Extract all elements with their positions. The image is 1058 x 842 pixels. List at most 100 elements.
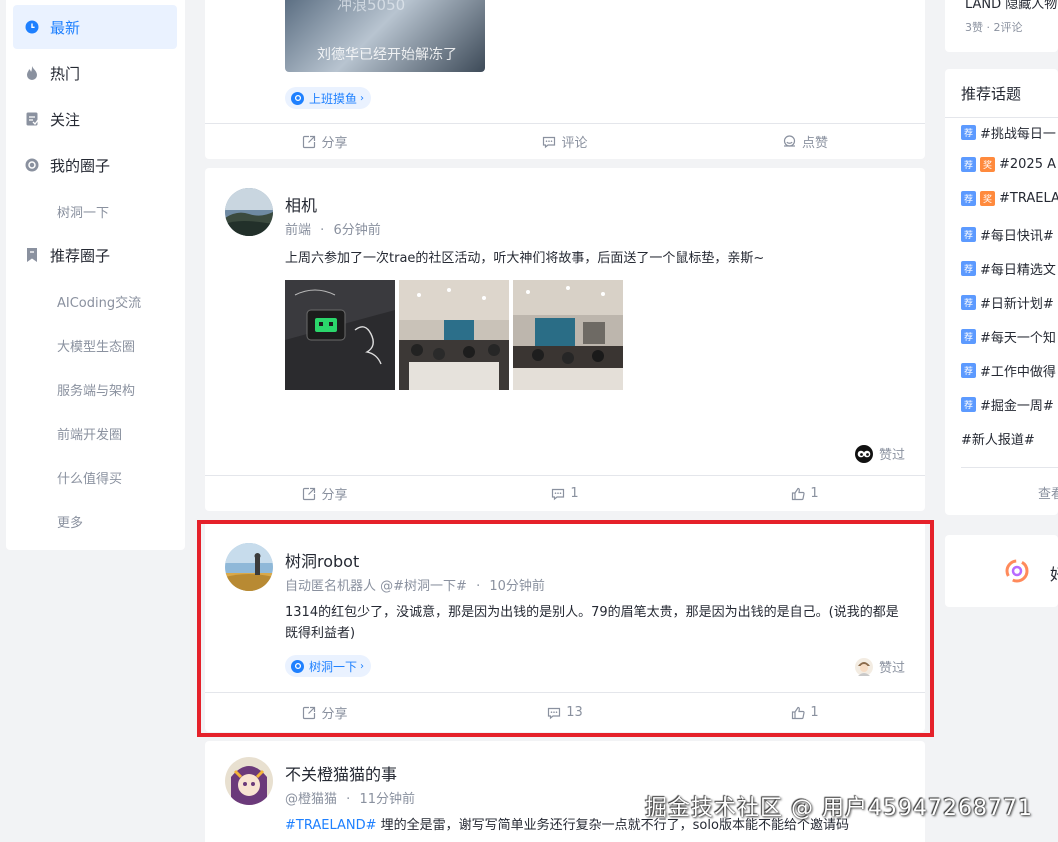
hashtag-link[interactable]: #TRAELAND# <box>285 818 377 833</box>
like-count: 1 <box>810 705 819 720</box>
topic-label: #每日精选文 <box>980 263 1056 278</box>
post-card[interactable]: 冲浪5050 刘德华已经开始解冻了 上班摸鱼 › 分享 评论 点赞 <box>205 0 925 159</box>
right-top-title: LAND 隐藏人物 <box>965 0 1058 12</box>
left-sidebar: 最新 热门 关注 我的圈子 树洞一下 推荐圈子 AICoding交流 大模型生态… <box>6 0 185 550</box>
circle-icon <box>25 158 39 172</box>
topic-label: #挑战每日一 <box>980 127 1056 142</box>
post-card[interactable]: 树洞robot 自动匿名机器人 @#树洞一下# · 10分钟前 1314的红包少… <box>205 520 925 732</box>
recommended-topics: 推荐话题 荐 #挑战每日一荐奖 #2025 A 荐奖 #TRAELA 荐 #每日快讯# 荐 #每… <box>945 69 1058 515</box>
like-icon <box>782 134 797 149</box>
watermark: 掘金技术社区 @ 用户45947268771 <box>645 796 1033 821</box>
comment-button[interactable]: 1 <box>445 476 685 511</box>
sidebar-item-latest[interactable]: 最新 <box>13 5 177 49</box>
topic-item[interactable]: 荐 #每日精选文 <box>961 259 1056 278</box>
sidebar-item-label: 最新 <box>50 18 81 37</box>
sidebar-item-label: 树洞一下 <box>57 205 110 221</box>
sidebar-item-llm[interactable]: 大模型生态圈 <box>13 323 177 367</box>
post-card[interactable]: 相机 前端 · 6分钟前 上周六参加了一次trae的社区活动，听大神们将故事，后… <box>205 168 925 511</box>
sidebar-item-worth-buying[interactable]: 什么值得买 <box>13 455 177 499</box>
recommend-badge: 荐 <box>961 363 976 378</box>
share-button[interactable]: 分享 <box>205 476 445 511</box>
sidebar-item-label: 推荐圈子 <box>50 246 111 265</box>
topic-item[interactable]: 荐 #工作中做得 <box>961 361 1056 380</box>
circle-tag[interactable]: 上班摸鱼 › <box>285 87 372 109</box>
award-badge: 奖 <box>980 157 995 172</box>
topics-more-link[interactable]: 查看 <box>1038 483 1058 502</box>
like-button[interactable]: 1 <box>685 693 925 732</box>
comment-button[interactable]: 评论 <box>445 124 685 159</box>
share-label: 分享 <box>321 136 348 151</box>
author-meta[interactable]: 自动匿名机器人 @#树洞一下# <box>285 579 467 594</box>
topic-item[interactable]: 荐奖 #2025 A <box>961 157 1056 172</box>
liked-by[interactable]: 赞过 <box>854 444 905 463</box>
divider <box>961 467 1058 468</box>
post-image[interactable]: 冲浪5050 刘德华已经开始解冻了 <box>285 0 485 72</box>
liker-avatar-icon <box>854 444 873 463</box>
clock-icon <box>25 20 39 34</box>
comment-icon <box>547 706 561 720</box>
topic-item[interactable]: 荐 #挑战每日一 <box>961 123 1056 142</box>
recommend-badge: 荐 <box>961 227 976 242</box>
sidebar-item-shudong[interactable]: 树洞一下 <box>13 189 177 233</box>
sidebar-item-my-circles[interactable]: 我的圈子 <box>13 143 177 187</box>
author-name[interactable]: 不关橙猫猫的事 <box>285 761 397 785</box>
topic-item[interactable]: 荐 #每日快讯# <box>961 225 1054 244</box>
post-actions: 分享 1 1 <box>205 475 925 511</box>
avatar[interactable] <box>225 757 273 805</box>
share-button[interactable]: 分享 <box>205 693 445 732</box>
recommend-badge: 荐 <box>961 261 976 276</box>
topic-item[interactable]: 荐 #掘金一周# <box>961 395 1054 414</box>
comment-label: 评论 <box>561 136 588 151</box>
chevron-right-icon: › <box>360 660 365 672</box>
recommend-badge: 荐 <box>961 157 976 172</box>
post-actions: 分享 13 1 <box>205 692 925 732</box>
sidebar-item-label: 关注 <box>50 110 81 129</box>
liker-avatar-icon <box>854 657 873 676</box>
sidebar-item-aicoding[interactable]: AICoding交流 <box>13 279 177 323</box>
share-button[interactable]: 分享 <box>205 124 445 159</box>
recommend-badge: 荐 <box>961 191 976 206</box>
image-caption: 刘德华已经开始解冻了 <box>317 47 457 63</box>
avatar[interactable] <box>225 188 273 236</box>
meta-separator: · <box>346 792 351 807</box>
topic-item[interactable]: 荐 #每天一个知 <box>961 327 1056 346</box>
like-button[interactable]: 1 <box>685 476 925 511</box>
sidebar-item-frontend[interactable]: 前端开发圈 <box>13 411 177 455</box>
like-button[interactable]: 点赞 <box>685 124 925 159</box>
right-promo-card[interactable]: 好 <box>945 535 1058 607</box>
post-image[interactable] <box>285 280 395 390</box>
recommend-badge: 荐 <box>961 329 976 344</box>
flame-icon <box>25 66 39 80</box>
post-time: 11分钟前 <box>359 792 415 807</box>
sidebar-item-recommended-circles[interactable]: 推荐圈子 <box>13 233 177 277</box>
topic-label: #2025 A <box>999 157 1057 172</box>
topic-label: #新人报道# <box>961 433 1035 448</box>
sidebar-item-hot[interactable]: 热门 <box>13 51 177 95</box>
circle-name[interactable]: 前端 <box>285 223 311 238</box>
liked-label: 赞过 <box>878 661 905 676</box>
like-label: 点赞 <box>801 136 828 151</box>
bookmark-icon <box>25 248 39 262</box>
comment-button[interactable]: 13 <box>445 693 685 732</box>
circle-tag[interactable]: 树洞一下 › <box>285 655 372 677</box>
topic-item[interactable]: #新人报道# <box>961 429 1035 448</box>
author-name[interactable]: 相机 <box>285 192 317 216</box>
avatar[interactable] <box>225 543 273 591</box>
topic-item[interactable]: 荐奖 #TRAELA <box>961 191 1058 206</box>
topic-item[interactable]: 荐 #日新计划# <box>961 293 1054 312</box>
author-meta[interactable]: @橙猫猫 <box>285 792 337 807</box>
sidebar-item-more[interactable]: 更多 <box>13 499 177 543</box>
right-top-card[interactable]: LAND 隐藏人物 3赞 · 2评论 <box>945 0 1058 52</box>
share-label: 分享 <box>321 707 348 722</box>
author-name[interactable]: 树洞robot <box>285 548 359 572</box>
liked-by[interactable]: 赞过 <box>854 657 905 676</box>
sidebar-item-follow[interactable]: 关注 <box>13 97 177 141</box>
like-count: 1 <box>810 486 819 501</box>
post-image[interactable] <box>513 280 623 390</box>
spinner-logo-icon <box>1003 557 1031 585</box>
sidebar-item-backend[interactable]: 服务端与架构 <box>13 367 177 411</box>
share-icon <box>302 487 316 501</box>
sidebar-item-label: 前端开发圈 <box>57 427 123 443</box>
post-image[interactable] <box>399 280 509 390</box>
divider <box>945 117 1058 118</box>
